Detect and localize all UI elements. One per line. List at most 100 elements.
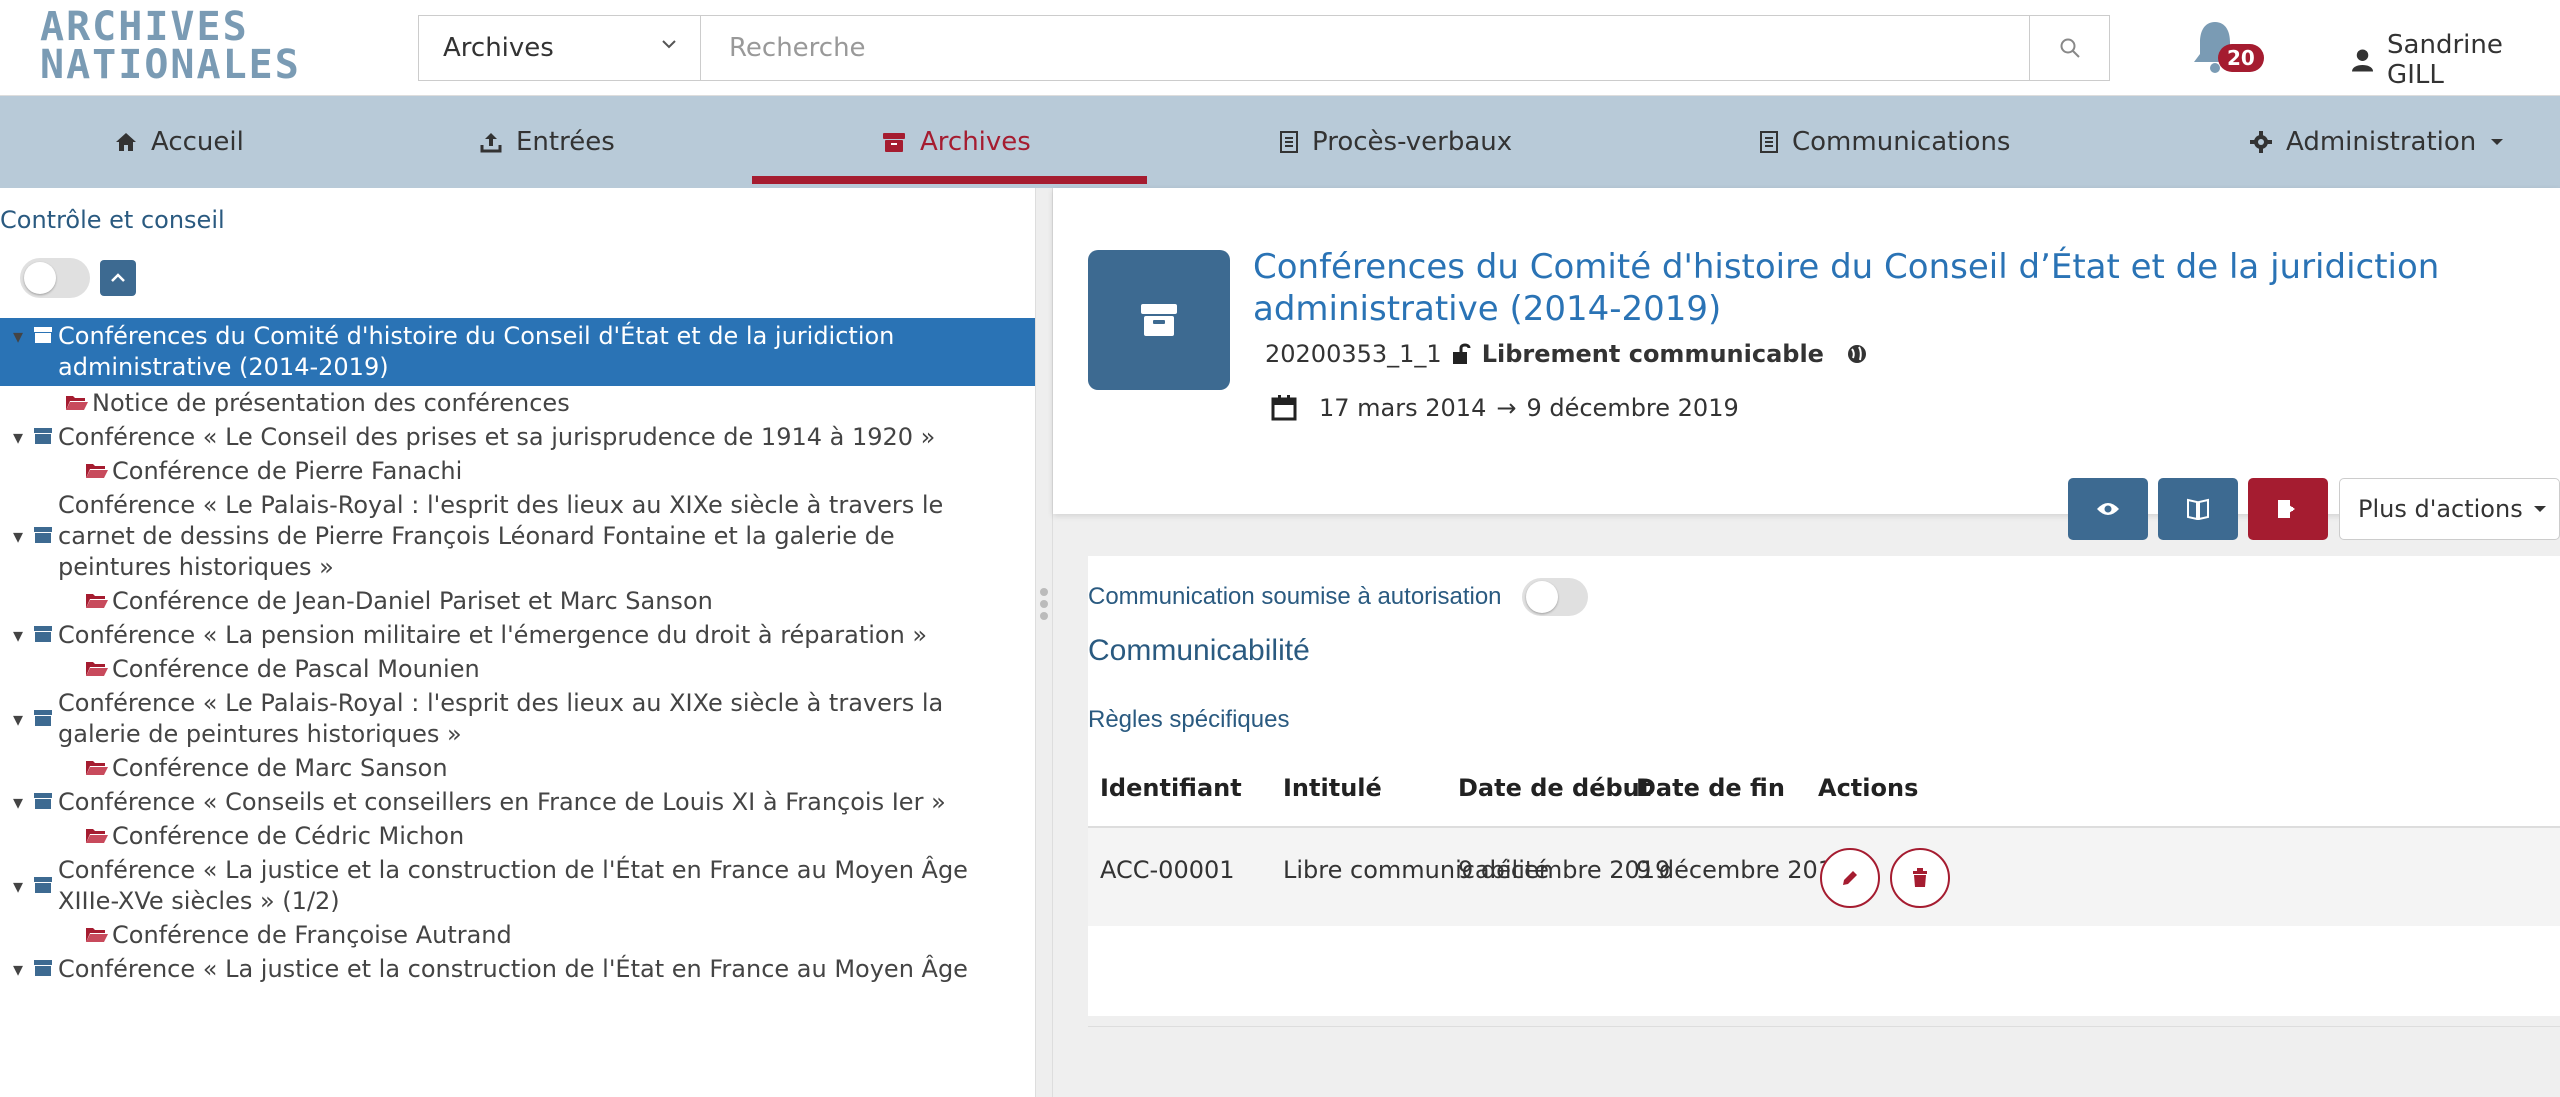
main-navigation: Accueil Entrées Archives Procès-verbaux …	[0, 96, 2560, 188]
rule-id: ACC-00001	[1100, 856, 1235, 884]
tree-node-label: Conférence de Françoise Autrand	[112, 921, 512, 949]
nav-proces-verbaux-label: Procès-verbaux	[1312, 127, 1513, 157]
edit-rule-button[interactable]	[1820, 848, 1880, 908]
archives-nationales-logo[interactable]: ARCHIVES NATIONALES	[40, 7, 370, 88]
date-end: 9 décembre 2019	[1526, 394, 1739, 422]
tree-node[interactable]: ▾ Conférence « La pension militaire et l…	[0, 617, 1035, 651]
column-header: Actions	[1818, 774, 1919, 802]
search-placeholder: Recherche	[729, 33, 866, 63]
record-detail-panel: Conférences du Comité d'histoire du Cons…	[1053, 188, 2560, 1097]
search-scope-select[interactable]: Archives	[418, 15, 700, 81]
collapse-tree-button[interactable]	[100, 260, 136, 296]
caret-down-icon[interactable]: ▾	[8, 787, 28, 818]
tree-node[interactable]: ▾ Conférence « La justice et la construc…	[0, 852, 1035, 917]
search-input[interactable]: Recherche	[700, 15, 2030, 81]
archive-box-icon	[28, 871, 58, 902]
tree-node[interactable]: Conférence de Marc Sanson	[0, 750, 1035, 784]
tree-node[interactable]: Conférence de Françoise Autrand	[0, 917, 1035, 951]
nav-archives[interactable]: Archives	[882, 96, 1031, 188]
archive-box-icon	[28, 787, 58, 818]
tree-node-selected[interactable]: ▾ Conférences du Comité d'histoire du Co…	[0, 318, 1035, 386]
caret-down-icon[interactable]: ▾	[8, 521, 28, 552]
delete-rule-button[interactable]	[1890, 848, 1950, 908]
caret-down-icon[interactable]: ▾	[8, 620, 28, 651]
drag-handle-icon	[1040, 588, 1050, 624]
specific-rules-label: Règles spécifiques	[1088, 706, 1290, 733]
logo-line-2: NATIONALES	[40, 42, 301, 88]
tree-node[interactable]: ▾ Conférence « Le Palais-Royal : l'espri…	[0, 487, 1035, 583]
tree-node[interactable]: ▾ Conférence « La justice et la construc…	[0, 951, 1035, 985]
tree-node[interactable]: Conférence de Pierre Fanachi	[0, 453, 1035, 487]
column-header: Intitulé	[1283, 774, 1382, 802]
tree-node[interactable]: Conférence de Jean-Daniel Pariset et Mar…	[0, 583, 1035, 617]
nav-accueil[interactable]: Accueil	[115, 96, 244, 188]
user-menu[interactable]: Sandrine GILL	[2352, 30, 2560, 90]
tree-node[interactable]: Conférence de Cédric Michon	[0, 818, 1035, 852]
tree-node-label: Conférence de Marc Sanson	[112, 754, 448, 782]
tree-toggle-switch[interactable]	[20, 258, 90, 298]
tree-node[interactable]: Notice de présentation des conférences	[0, 386, 1035, 419]
export-button[interactable]	[2248, 478, 2328, 540]
caret-down-icon[interactable]: ▾	[8, 871, 28, 902]
upload-icon	[480, 133, 502, 153]
folder-open-icon	[62, 388, 92, 419]
caret-down-icon[interactable]: ▾	[8, 422, 28, 453]
archive-box-icon	[28, 620, 58, 651]
nav-proces-verbaux[interactable]: Procès-verbaux	[1280, 96, 1512, 188]
tree-node-label: Conférence de Pierre Fanachi	[112, 457, 463, 485]
nav-administration[interactable]: Administration	[2250, 96, 2504, 188]
more-actions-button[interactable]: Plus d'actions	[2339, 478, 2560, 540]
record-dates: 17 mars 2014 → 9 décembre 2019	[1271, 394, 1739, 422]
tree-node[interactable]: Conférence de Pascal Mounien	[0, 651, 1035, 685]
user-icon	[2352, 49, 2374, 72]
gear-icon	[2250, 131, 2272, 153]
folder-open-icon	[82, 753, 112, 784]
tree-node[interactable]: ▾ Conférence « Le Conseil des prises et …	[0, 419, 1035, 453]
caret-down-icon[interactable]: ▾	[8, 954, 28, 985]
nav-communications[interactable]: Communications	[1760, 96, 2010, 188]
tree-node-label: Conférences du Comité d'histoire du Cons…	[58, 322, 895, 381]
caret-down-icon[interactable]: ▾	[8, 704, 28, 735]
archive-box-icon	[1088, 250, 1230, 390]
tree-node-label: Notice de présentation des conférences	[92, 389, 570, 417]
unlock-icon	[1452, 343, 1471, 364]
archive-box-icon	[28, 954, 58, 985]
tree-node[interactable]: ▾ Conférence « Conseils et conseillers e…	[0, 784, 1035, 818]
archive-box-icon	[28, 521, 58, 552]
table-divider	[1088, 1026, 2560, 1027]
nav-archives-label: Archives	[920, 127, 1031, 157]
search-button[interactable]	[2030, 15, 2110, 81]
record-header-card: Conférences du Comité d'histoire du Cons…	[1053, 188, 2560, 540]
tree-node-label: Conférence « La justice et la constructi…	[58, 856, 968, 915]
top-bar: ARCHIVES NATIONALES Archives Recherche 2…	[0, 0, 2560, 96]
communicability-heading: Communicabilité	[1088, 634, 1310, 667]
tree-node-label: Conférence de Cédric Michon	[112, 822, 465, 850]
access-status: Librement communicable	[1481, 340, 1824, 368]
date-arrow: →	[1496, 394, 1517, 422]
user-name: Sandrine GILL	[2387, 30, 2503, 90]
tree-node[interactable]: ▾ Conférence « Le Palais-Royal : l'espri…	[0, 685, 1035, 750]
document-icon	[1760, 131, 1778, 153]
inventory-button[interactable]	[2158, 478, 2238, 540]
nav-entrees[interactable]: Entrées	[480, 96, 615, 188]
archive-box-icon	[883, 133, 905, 152]
tree-node-label: Conférence « Le Conseil des prises et sa…	[58, 423, 936, 451]
search-icon	[2060, 38, 2080, 58]
book-icon	[2187, 498, 2209, 520]
view-button[interactable]	[2068, 478, 2148, 540]
date-start: 17 mars 2014	[1319, 394, 1487, 422]
nav-administration-label: Administration	[2286, 127, 2477, 157]
chevron-up-icon	[111, 273, 125, 282]
folder-open-icon	[82, 586, 112, 617]
chevron-down-icon	[660, 34, 678, 59]
tree-node-label: Conférence « Le Palais-Royal : l'esprit …	[58, 491, 944, 581]
nav-communications-label: Communications	[1792, 127, 2011, 157]
caret-down-icon[interactable]: ▾	[8, 321, 28, 352]
panel-splitter[interactable]	[1035, 188, 1053, 1097]
authorization-toggle[interactable]	[1521, 578, 1588, 616]
caret-down-icon	[2491, 139, 2504, 145]
archive-tree-panel: Contrôle et conseil ▾ Conférences du Com…	[0, 188, 1035, 1097]
archive-tree: ▾ Conférences du Comité d'histoire du Co…	[0, 318, 1035, 985]
trash-icon	[1913, 868, 1927, 887]
authorization-row: Communication soumise à autorisation	[1088, 578, 1588, 616]
